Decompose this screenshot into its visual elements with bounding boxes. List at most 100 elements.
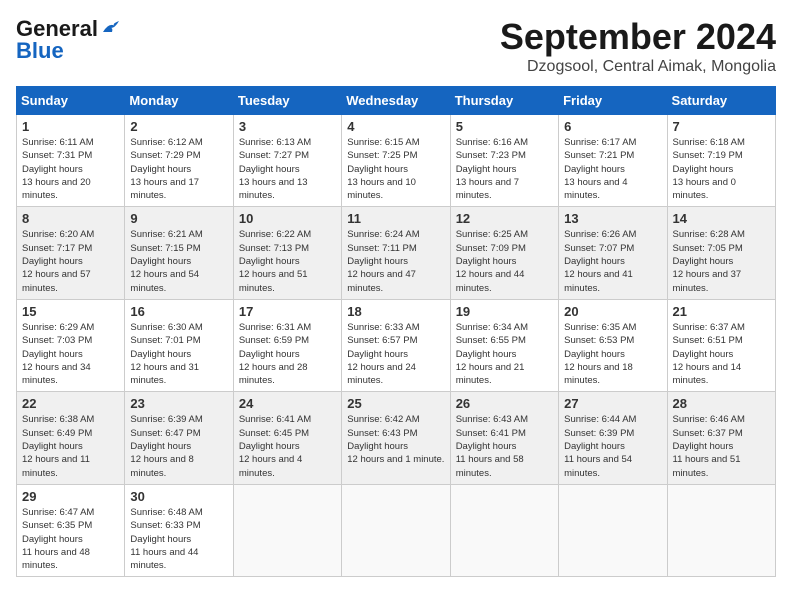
col-friday: Friday <box>559 87 667 115</box>
table-row: 20 Sunrise: 6:35 AM Sunset: 6:53 PM Dayl… <box>559 299 667 391</box>
table-row: 10 Sunrise: 6:22 AM Sunset: 7:13 PM Dayl… <box>233 207 341 299</box>
day-info: Sunrise: 6:21 AM Sunset: 7:15 PM Dayligh… <box>130 228 227 294</box>
logo: General Blue <box>16 16 123 64</box>
day-info: Sunrise: 6:29 AM Sunset: 7:03 PM Dayligh… <box>22 321 119 387</box>
day-number: 29 <box>22 489 119 504</box>
table-row: 30 Sunrise: 6:48 AM Sunset: 6:33 PM Dayl… <box>125 484 233 576</box>
table-row: 24 Sunrise: 6:41 AM Sunset: 6:45 PM Dayl… <box>233 392 341 484</box>
day-number: 2 <box>130 119 227 134</box>
col-thursday: Thursday <box>450 87 558 115</box>
day-info: Sunrise: 6:30 AM Sunset: 7:01 PM Dayligh… <box>130 321 227 387</box>
day-number: 19 <box>456 304 553 319</box>
day-number: 21 <box>673 304 770 319</box>
day-info: Sunrise: 6:43 AM Sunset: 6:41 PM Dayligh… <box>456 413 553 479</box>
day-number: 14 <box>673 211 770 226</box>
day-info: Sunrise: 6:41 AM Sunset: 6:45 PM Dayligh… <box>239 413 336 479</box>
title-area: September 2024 Dzogsool, Central Aimak, … <box>500 16 776 76</box>
table-row: 29 Sunrise: 6:47 AM Sunset: 6:35 PM Dayl… <box>17 484 125 576</box>
day-info: Sunrise: 6:13 AM Sunset: 7:27 PM Dayligh… <box>239 136 336 202</box>
page-header: General Blue September 2024 Dzogsool, Ce… <box>16 16 776 76</box>
day-number: 8 <box>22 211 119 226</box>
day-number: 18 <box>347 304 444 319</box>
day-number: 3 <box>239 119 336 134</box>
day-info: Sunrise: 6:24 AM Sunset: 7:11 PM Dayligh… <box>347 228 444 294</box>
day-number: 15 <box>22 304 119 319</box>
day-number: 20 <box>564 304 661 319</box>
day-info: Sunrise: 6:18 AM Sunset: 7:19 PM Dayligh… <box>673 136 770 202</box>
day-number: 24 <box>239 396 336 411</box>
table-row: 18 Sunrise: 6:33 AM Sunset: 6:57 PM Dayl… <box>342 299 450 391</box>
day-number: 25 <box>347 396 444 411</box>
day-number: 23 <box>130 396 227 411</box>
logo-text-blue: Blue <box>16 38 64 64</box>
col-sunday: Sunday <box>17 87 125 115</box>
day-number: 4 <box>347 119 444 134</box>
day-number: 6 <box>564 119 661 134</box>
day-number: 1 <box>22 119 119 134</box>
day-info: Sunrise: 6:12 AM Sunset: 7:29 PM Dayligh… <box>130 136 227 202</box>
calendar-week-row: 8 Sunrise: 6:20 AM Sunset: 7:17 PM Dayli… <box>17 207 776 299</box>
table-row: 25 Sunrise: 6:42 AM Sunset: 6:43 PM Dayl… <box>342 392 450 484</box>
col-wednesday: Wednesday <box>342 87 450 115</box>
day-number: 12 <box>456 211 553 226</box>
calendar-week-row: 29 Sunrise: 6:47 AM Sunset: 6:35 PM Dayl… <box>17 484 776 576</box>
day-info: Sunrise: 6:11 AM Sunset: 7:31 PM Dayligh… <box>22 136 119 202</box>
table-row: 27 Sunrise: 6:44 AM Sunset: 6:39 PM Dayl… <box>559 392 667 484</box>
day-number: 10 <box>239 211 336 226</box>
day-info: Sunrise: 6:47 AM Sunset: 6:35 PM Dayligh… <box>22 506 119 572</box>
table-row: 4 Sunrise: 6:15 AM Sunset: 7:25 PM Dayli… <box>342 115 450 207</box>
table-row <box>342 484 450 576</box>
day-info: Sunrise: 6:42 AM Sunset: 6:43 PM Dayligh… <box>347 413 444 466</box>
day-info: Sunrise: 6:20 AM Sunset: 7:17 PM Dayligh… <box>22 228 119 294</box>
table-row <box>233 484 341 576</box>
table-row <box>450 484 558 576</box>
day-number: 26 <box>456 396 553 411</box>
table-row: 22 Sunrise: 6:38 AM Sunset: 6:49 PM Dayl… <box>17 392 125 484</box>
table-row: 9 Sunrise: 6:21 AM Sunset: 7:15 PM Dayli… <box>125 207 233 299</box>
table-row: 15 Sunrise: 6:29 AM Sunset: 7:03 PM Dayl… <box>17 299 125 391</box>
day-info: Sunrise: 6:25 AM Sunset: 7:09 PM Dayligh… <box>456 228 553 294</box>
col-saturday: Saturday <box>667 87 775 115</box>
day-info: Sunrise: 6:16 AM Sunset: 7:23 PM Dayligh… <box>456 136 553 202</box>
day-number: 11 <box>347 211 444 226</box>
day-info: Sunrise: 6:38 AM Sunset: 6:49 PM Dayligh… <box>22 413 119 479</box>
day-number: 27 <box>564 396 661 411</box>
day-info: Sunrise: 6:28 AM Sunset: 7:05 PM Dayligh… <box>673 228 770 294</box>
table-row: 1 Sunrise: 6:11 AM Sunset: 7:31 PM Dayli… <box>17 115 125 207</box>
table-row: 3 Sunrise: 6:13 AM Sunset: 7:27 PM Dayli… <box>233 115 341 207</box>
table-row: 17 Sunrise: 6:31 AM Sunset: 6:59 PM Dayl… <box>233 299 341 391</box>
table-row: 11 Sunrise: 6:24 AM Sunset: 7:11 PM Dayl… <box>342 207 450 299</box>
day-info: Sunrise: 6:31 AM Sunset: 6:59 PM Dayligh… <box>239 321 336 387</box>
day-info: Sunrise: 6:17 AM Sunset: 7:21 PM Dayligh… <box>564 136 661 202</box>
table-row: 7 Sunrise: 6:18 AM Sunset: 7:19 PM Dayli… <box>667 115 775 207</box>
col-monday: Monday <box>125 87 233 115</box>
table-row <box>559 484 667 576</box>
table-row: 6 Sunrise: 6:17 AM Sunset: 7:21 PM Dayli… <box>559 115 667 207</box>
day-info: Sunrise: 6:22 AM Sunset: 7:13 PM Dayligh… <box>239 228 336 294</box>
day-info: Sunrise: 6:48 AM Sunset: 6:33 PM Dayligh… <box>130 506 227 572</box>
table-row: 2 Sunrise: 6:12 AM Sunset: 7:29 PM Dayli… <box>125 115 233 207</box>
calendar-table: Sunday Monday Tuesday Wednesday Thursday… <box>16 86 776 577</box>
location-title: Dzogsool, Central Aimak, Mongolia <box>500 58 776 76</box>
day-info: Sunrise: 6:15 AM Sunset: 7:25 PM Dayligh… <box>347 136 444 202</box>
table-row: 12 Sunrise: 6:25 AM Sunset: 7:09 PM Dayl… <box>450 207 558 299</box>
table-row: 21 Sunrise: 6:37 AM Sunset: 6:51 PM Dayl… <box>667 299 775 391</box>
calendar-week-row: 22 Sunrise: 6:38 AM Sunset: 6:49 PM Dayl… <box>17 392 776 484</box>
day-number: 30 <box>130 489 227 504</box>
day-info: Sunrise: 6:44 AM Sunset: 6:39 PM Dayligh… <box>564 413 661 479</box>
day-number: 13 <box>564 211 661 226</box>
day-number: 9 <box>130 211 227 226</box>
day-info: Sunrise: 6:34 AM Sunset: 6:55 PM Dayligh… <box>456 321 553 387</box>
day-number: 17 <box>239 304 336 319</box>
day-number: 5 <box>456 119 553 134</box>
table-row: 26 Sunrise: 6:43 AM Sunset: 6:41 PM Dayl… <box>450 392 558 484</box>
day-info: Sunrise: 6:46 AM Sunset: 6:37 PM Dayligh… <box>673 413 770 479</box>
day-info: Sunrise: 6:37 AM Sunset: 6:51 PM Dayligh… <box>673 321 770 387</box>
table-row: 28 Sunrise: 6:46 AM Sunset: 6:37 PM Dayl… <box>667 392 775 484</box>
day-info: Sunrise: 6:39 AM Sunset: 6:47 PM Dayligh… <box>130 413 227 479</box>
table-row: 14 Sunrise: 6:28 AM Sunset: 7:05 PM Dayl… <box>667 207 775 299</box>
month-title: September 2024 <box>500 16 776 58</box>
calendar-week-row: 15 Sunrise: 6:29 AM Sunset: 7:03 PM Dayl… <box>17 299 776 391</box>
table-row: 16 Sunrise: 6:30 AM Sunset: 7:01 PM Dayl… <box>125 299 233 391</box>
day-info: Sunrise: 6:33 AM Sunset: 6:57 PM Dayligh… <box>347 321 444 387</box>
